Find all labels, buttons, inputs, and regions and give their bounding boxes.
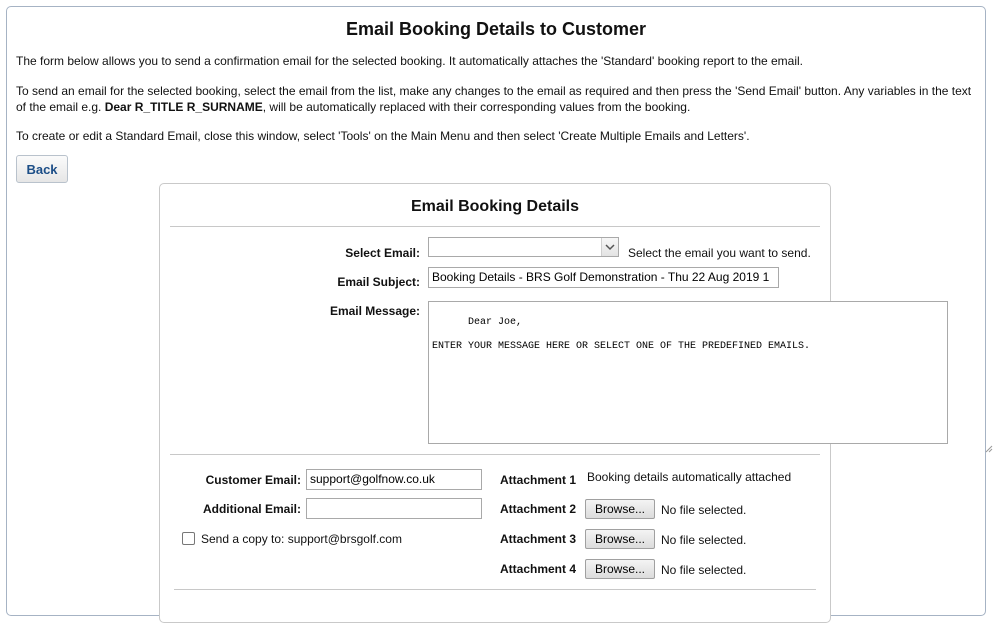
panel-divider-bottom <box>174 589 816 590</box>
email-message-text: Dear Joe, ENTER YOUR MESSAGE HERE OR SEL… <box>432 317 811 352</box>
attachment-2-browse-button[interactable]: Browse... <box>585 499 655 519</box>
email-subject-input[interactable]: Booking Details - BRS Golf Demonstration… <box>428 267 779 288</box>
customer-email-input[interactable]: support@golfnow.co.uk <box>306 469 482 490</box>
back-button[interactable]: Back <box>16 155 68 183</box>
attachment-2-status: No file selected. <box>661 503 747 517</box>
intro-paragraph-1: The form below allows you to send a conf… <box>16 54 804 68</box>
select-email-hint: Select the email you want to send. <box>628 246 811 260</box>
page-title: Email Booking Details to Customer <box>345 19 647 39</box>
select-email-dropdown[interactable] <box>428 237 619 257</box>
email-subject-label: Email Subject: <box>337 275 420 289</box>
intro-paragraph-3: To create or edit a Standard Email, clos… <box>16 129 750 143</box>
email-message-label: Email Message: <box>329 304 420 318</box>
customer-email-label: Customer Email: <box>205 473 301 487</box>
email-booking-panel: Email Booking Details Select Email: Sele… <box>159 183 993 623</box>
additional-email-label: Additional Email: <box>202 502 301 516</box>
send-copy-label: Send a copy to: support@brsgolf.com <box>201 532 402 546</box>
select-email-label: Select Email: <box>345 246 420 260</box>
page-container: Email Booking Details to Customer The fo… <box>6 6 993 623</box>
resize-grip-icon[interactable] <box>937 433 993 453</box>
attachment-4-browse-button[interactable]: Browse... <box>585 559 655 579</box>
attachment-3-status: No file selected. <box>661 533 747 547</box>
panel-divider-middle <box>170 454 820 455</box>
attachment-4-status: No file selected. <box>661 563 747 577</box>
intro-paragraph-2-tail: , will be automatically replaced with th… <box>262 100 691 114</box>
email-message-textarea[interactable]: Dear Joe, ENTER YOUR MESSAGE HERE OR SEL… <box>428 301 993 453</box>
attachment-3-label: Attachment 3 <box>500 532 577 546</box>
intro-paragraph-2: To send an email for the selected bookin… <box>16 83 981 115</box>
attachment-1-status: Booking details automatically attached <box>587 470 792 484</box>
chevron-down-icon[interactable] <box>601 238 618 256</box>
attachment-2-label: Attachment 2 <box>500 502 577 516</box>
attachment-4-label: Attachment 4 <box>500 562 577 576</box>
send-copy-checkbox[interactable] <box>182 532 195 545</box>
attachment-3-browse-button[interactable]: Browse... <box>585 529 655 549</box>
attachment-1-label: Attachment 1 <box>500 473 577 487</box>
panel-title: Email Booking Details <box>410 198 580 215</box>
variable-example: Dear R_TITLE R_SURNAME <box>104 100 263 114</box>
panel-divider-top <box>170 226 820 227</box>
additional-email-input[interactable] <box>306 498 482 519</box>
